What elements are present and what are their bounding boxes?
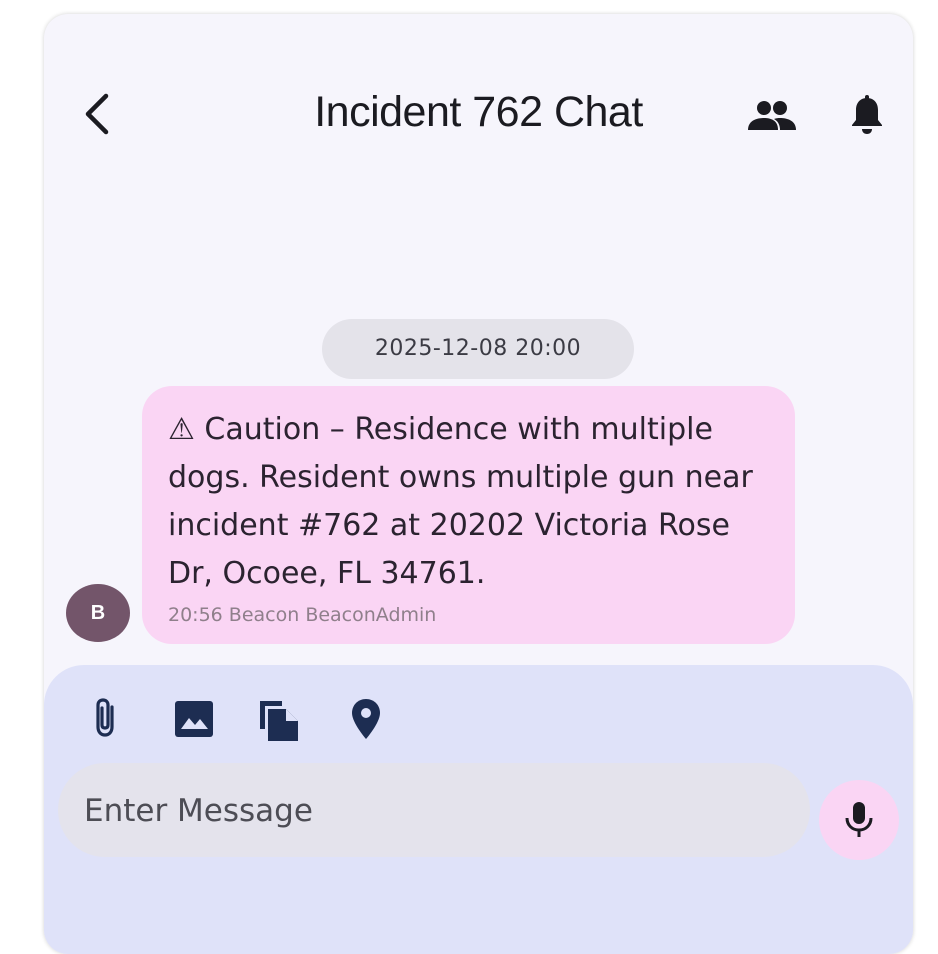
paperclip-icon — [96, 698, 114, 737]
attach-button[interactable] — [82, 695, 130, 743]
message-input[interactable] — [82, 763, 786, 859]
message-bubble[interactable]: ⚠ Caution – Residence with multiple dogs… — [142, 386, 795, 644]
message-meta: 20:56 Beacon BeaconAdmin — [168, 604, 437, 626]
image-icon — [175, 701, 213, 737]
image-button[interactable] — [170, 695, 218, 743]
location-pin-icon — [352, 699, 380, 739]
date-divider: 2025-12-08 20:00 — [322, 319, 634, 379]
location-button[interactable] — [342, 695, 390, 743]
chat-screen: Incident 762 Chat 2025-12-08 20:00 ⚠ Cau… — [44, 14, 913, 954]
app-bar: Incident 762 Chat — [44, 74, 913, 154]
bell-icon — [852, 95, 882, 134]
message-text: ⚠ Caution – Residence with multiple dogs… — [168, 412, 753, 591]
microphone-icon — [845, 802, 873, 837]
document-button[interactable] — [254, 695, 302, 743]
voice-message-button[interactable] — [819, 780, 899, 860]
avatar[interactable]: B — [66, 584, 130, 642]
notifications-button[interactable] — [844, 92, 890, 138]
copy-document-icon — [260, 701, 298, 741]
people-icon — [748, 101, 796, 130]
participants-button[interactable] — [744, 94, 800, 138]
message-input-wrapper — [58, 763, 810, 859]
message-composer — [44, 665, 913, 954]
